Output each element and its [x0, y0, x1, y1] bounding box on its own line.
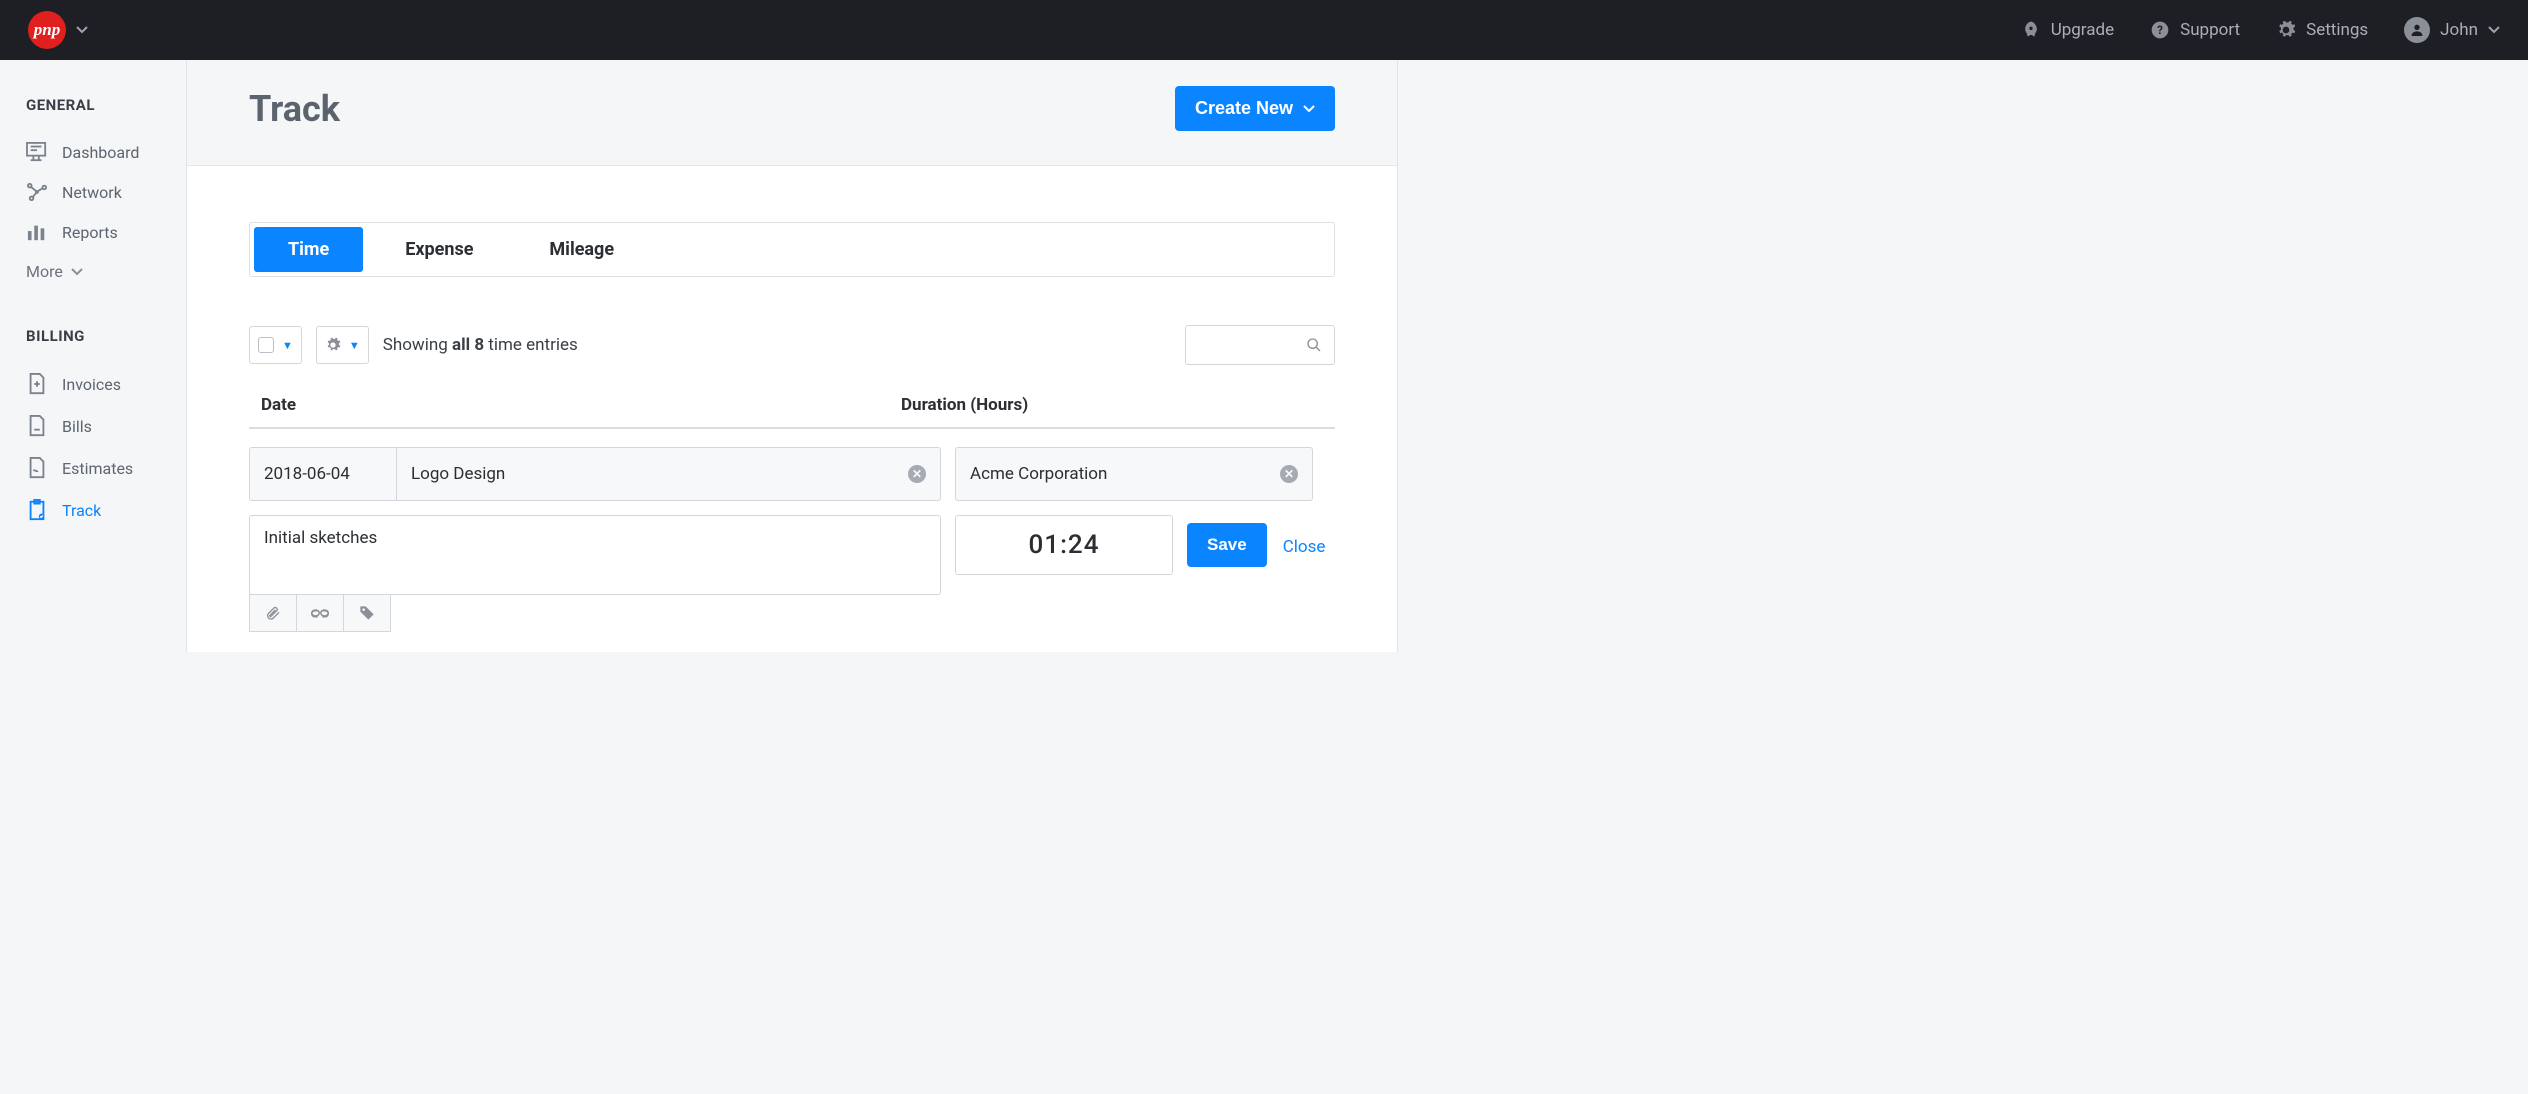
entry-row: 2018-06-04 Logo Design ✕ Acme Corporatio…	[249, 447, 1335, 632]
client-field[interactable]: Acme Corporation ✕	[955, 447, 1313, 501]
sidebar-item-network[interactable]: Network	[26, 172, 164, 212]
link-button[interactable]	[296, 594, 344, 632]
attachment-toolbar	[249, 594, 941, 632]
sidebar-item-reports[interactable]: Reports	[26, 212, 164, 252]
estimates-icon	[26, 457, 48, 479]
rocket-icon	[2021, 20, 2041, 40]
tag-button[interactable]	[343, 594, 391, 632]
toolbar: ▼ ▼ Showing all 8 time entries	[249, 325, 1335, 365]
topbar-right: Upgrade ? Support Settings John	[2021, 17, 2500, 43]
settings-label: Settings	[2306, 20, 2368, 40]
link-icon	[311, 608, 329, 618]
user-menu[interactable]: John	[2404, 17, 2500, 43]
avatar-icon	[2404, 17, 2430, 43]
column-duration: Duration (Hours)	[901, 395, 1028, 415]
sidebar-item-dashboard[interactable]: Dashboard	[26, 132, 164, 172]
chevron-down-icon: ▼	[349, 339, 360, 352]
svg-text:?: ?	[2157, 23, 2163, 37]
create-new-label: Create New	[1195, 98, 1293, 119]
attachment-button[interactable]	[249, 594, 297, 632]
column-date: Date	[261, 395, 901, 415]
sidebar-heading-general: GENERAL	[26, 96, 164, 114]
invoices-icon	[26, 373, 48, 395]
duration-field[interactable]: 01:24	[955, 515, 1173, 575]
sidebar-label: Bills	[62, 417, 92, 436]
gear-icon	[325, 337, 341, 353]
paperclip-icon	[265, 605, 281, 621]
topbar: pnp Upgrade ? Support Settings	[0, 0, 2528, 60]
help-icon: ?	[2150, 20, 2170, 40]
description-field[interactable]: Initial sketches	[249, 515, 941, 595]
chevron-down-icon	[1303, 105, 1315, 113]
network-icon	[26, 182, 48, 202]
sidebar: GENERAL Dashboard Network Reports More B…	[0, 60, 186, 652]
sidebar-item-estimates[interactable]: Estimates	[26, 447, 164, 489]
tab-expense[interactable]: Expense	[371, 227, 507, 272]
search-input[interactable]	[1185, 325, 1335, 365]
chevron-down-icon: ▼	[282, 339, 293, 352]
upgrade-label: Upgrade	[2051, 20, 2114, 40]
sidebar-label: Reports	[62, 223, 118, 242]
showing-text: Showing all 8 time entries	[383, 335, 578, 355]
checkbox-icon	[258, 337, 274, 353]
tag-icon	[359, 605, 375, 621]
sidebar-label: Track	[62, 501, 101, 520]
app-logo[interactable]: pnp	[28, 11, 66, 49]
tab-time[interactable]: Time	[254, 227, 363, 272]
support-label: Support	[2180, 20, 2240, 40]
search-icon	[1306, 337, 1322, 353]
create-new-button[interactable]: Create New	[1175, 86, 1335, 131]
table-header: Date Duration (Hours)	[249, 395, 1335, 429]
tab-mileage[interactable]: Mileage	[515, 227, 648, 272]
bills-icon	[26, 415, 48, 437]
track-icon	[26, 499, 48, 521]
user-name: John	[2440, 20, 2478, 40]
sidebar-label: Invoices	[62, 375, 121, 394]
bulk-actions-dropdown[interactable]: ▼	[316, 326, 369, 364]
chevron-down-icon	[2488, 26, 2500, 34]
topbar-left: pnp	[28, 11, 88, 49]
logo-dropdown-caret[interactable]	[76, 26, 88, 34]
support-link[interactable]: ? Support	[2150, 20, 2240, 40]
gear-icon	[2276, 20, 2296, 40]
settings-link[interactable]: Settings	[2276, 20, 2368, 40]
sidebar-item-track[interactable]: Track	[26, 489, 164, 531]
clear-client-icon[interactable]: ✕	[1280, 465, 1298, 483]
sidebar-more-label: More	[26, 262, 63, 281]
content: Time Expense Mileage ▼ ▼ Showing all 8 t…	[187, 166, 1397, 652]
main: Track Create New Time Expense Mileage ▼	[186, 60, 1398, 652]
sidebar-more[interactable]: More	[26, 252, 164, 291]
dashboard-icon	[26, 142, 48, 162]
upgrade-link[interactable]: Upgrade	[2021, 20, 2114, 40]
select-all-dropdown[interactable]: ▼	[249, 326, 302, 364]
sidebar-label: Network	[62, 183, 122, 202]
sidebar-label: Dashboard	[62, 143, 139, 162]
clear-project-icon[interactable]: ✕	[908, 465, 926, 483]
page-title: Track	[249, 88, 340, 130]
date-field[interactable]: 2018-06-04	[249, 447, 397, 501]
sidebar-label: Estimates	[62, 459, 133, 478]
save-button[interactable]: Save	[1187, 523, 1267, 567]
main-header: Track Create New	[187, 60, 1397, 166]
close-link[interactable]: Close	[1283, 533, 1326, 557]
sidebar-item-bills[interactable]: Bills	[26, 405, 164, 447]
chevron-down-icon	[71, 268, 83, 276]
tabbar: Time Expense Mileage	[249, 222, 1335, 277]
sidebar-heading-billing: BILLING	[26, 327, 164, 345]
sidebar-item-invoices[interactable]: Invoices	[26, 363, 164, 405]
reports-icon	[26, 222, 48, 242]
project-field[interactable]: Logo Design ✕	[396, 447, 941, 501]
